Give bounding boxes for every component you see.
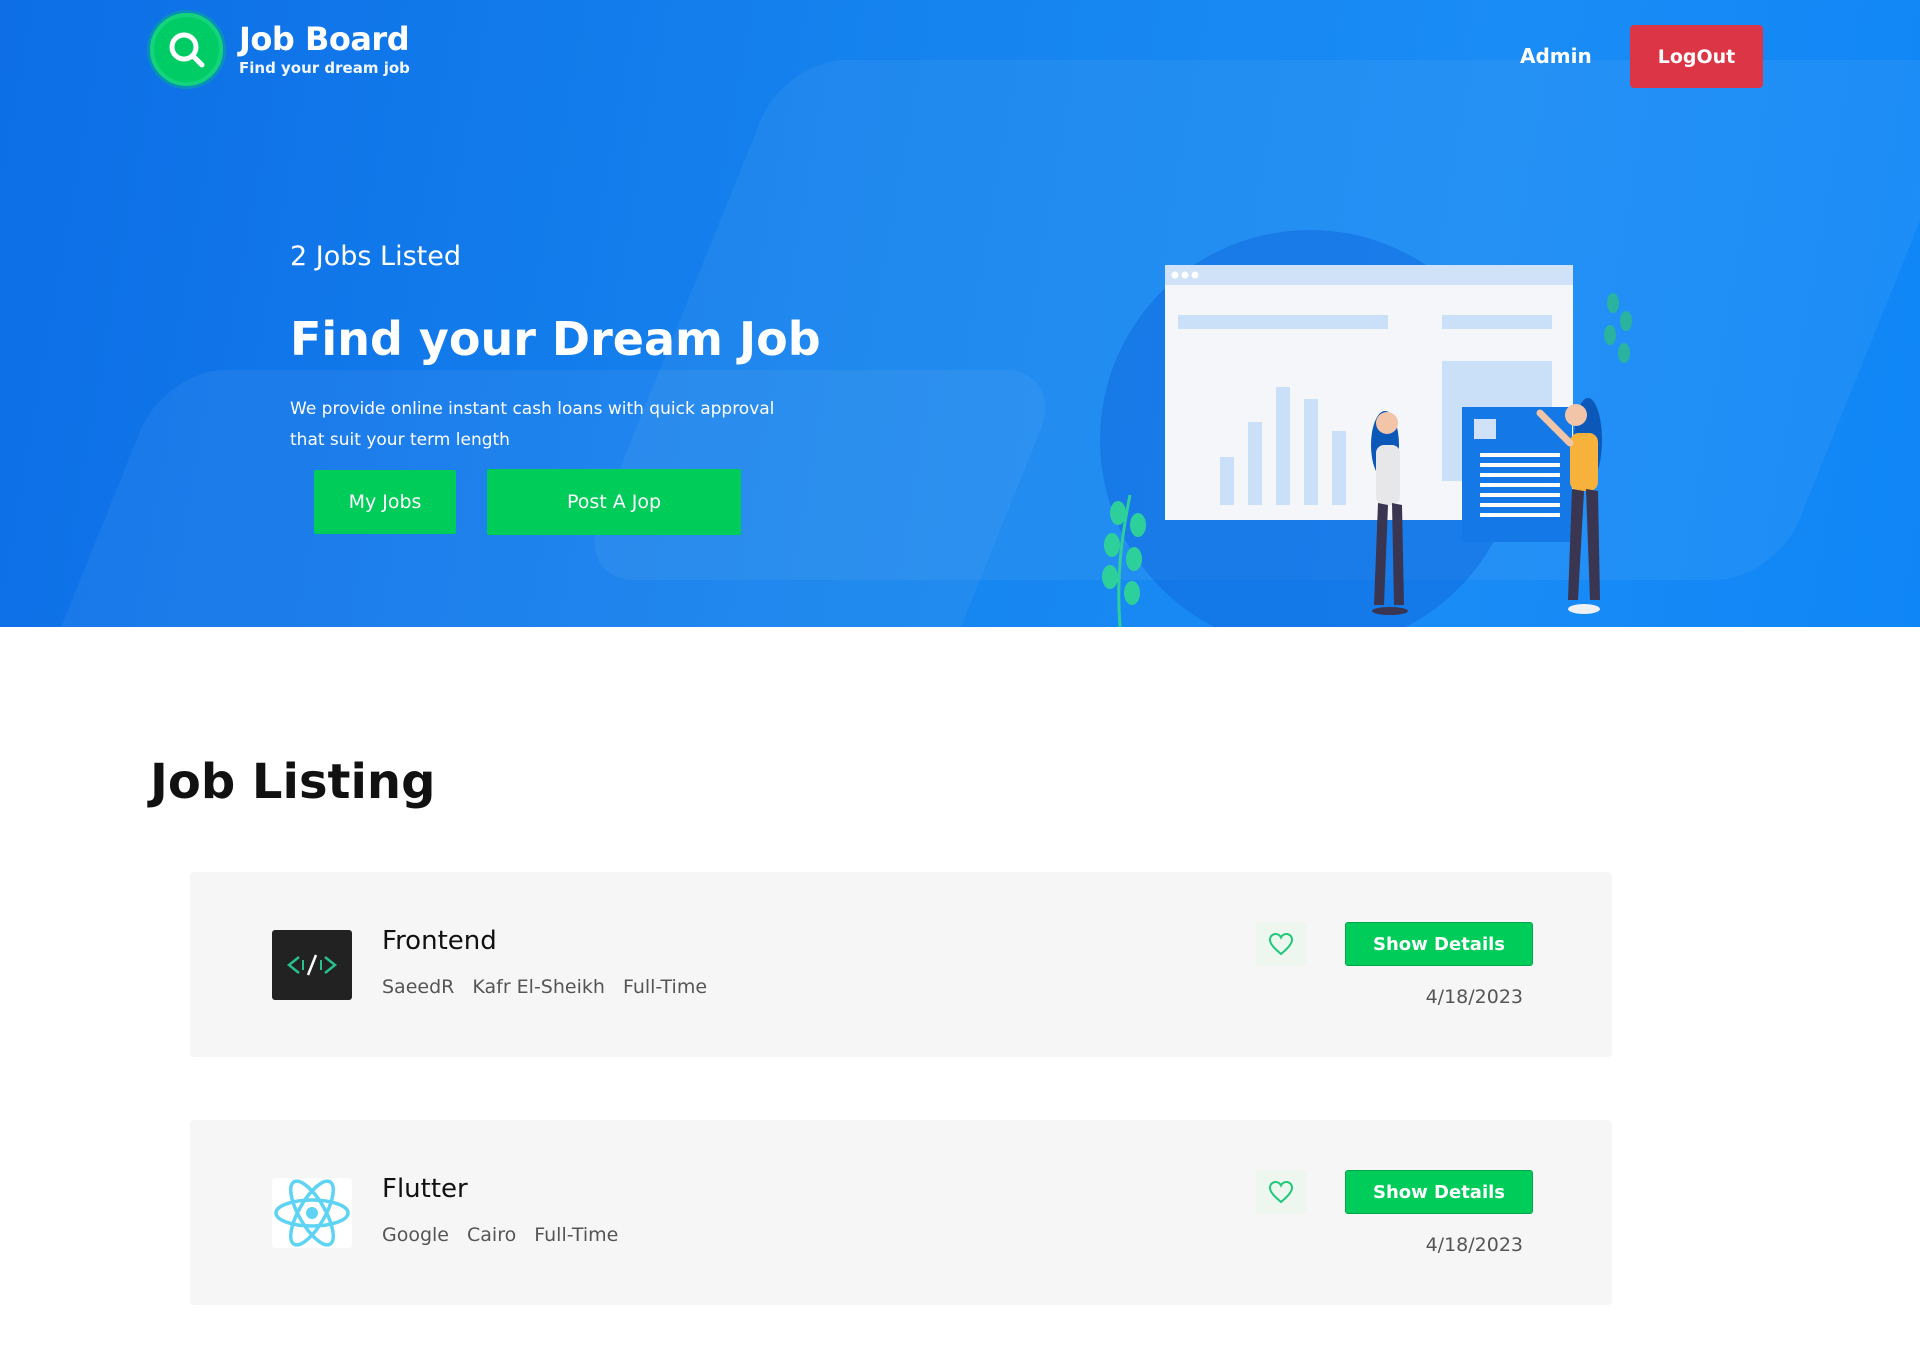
job-type: Full-Time	[622, 976, 708, 998]
code-icon	[272, 930, 352, 1000]
show-details-button[interactable]: Show Details	[1345, 922, 1533, 966]
job-title[interactable]: Frontend	[382, 924, 497, 958]
favorite-button[interactable]	[1256, 1170, 1306, 1214]
logout-button[interactable]: LogOut	[1630, 25, 1763, 88]
job-date: 4/18/2023	[1425, 986, 1523, 1008]
job-title[interactable]: Flutter	[382, 1172, 468, 1206]
job-company: Google	[382, 1224, 450, 1246]
heart-icon	[1268, 1180, 1294, 1204]
job-card: Frontend SaeedR Kafr El-Sheikh Full-Time…	[190, 872, 1612, 1057]
brand-tagline: Find your dream job	[239, 58, 410, 77]
job-meta: Google Cairo Full-Time	[382, 1222, 618, 1248]
job-location: Kafr El-Sheikh	[472, 976, 605, 998]
post-job-button[interactable]: Post A Jop	[487, 469, 741, 535]
hero-title: Find your Dream Job	[290, 312, 821, 366]
jobs-count-label: 2 Jobs Listed	[290, 241, 461, 272]
job-date: 4/18/2023	[1425, 1234, 1523, 1256]
job-card: Flutter Google Cairo Full-Time Show Deta…	[190, 1120, 1612, 1305]
job-listing-title: Job Listing	[150, 754, 436, 810]
heart-icon	[1268, 932, 1294, 956]
favorite-button[interactable]	[1256, 922, 1306, 966]
hero-description: We provide online instant cash loans wit…	[290, 399, 775, 450]
job-location: Cairo	[467, 1224, 517, 1246]
brand-logo-link[interactable]: Job Board Find your dream job	[150, 13, 410, 86]
job-meta: SaeedR Kafr El-Sheikh Full-Time	[382, 974, 707, 1000]
react-atom-icon	[272, 1178, 352, 1248]
hero-illustration	[1102, 265, 1632, 627]
job-company: SaeedR	[382, 976, 455, 998]
job-type: Full-Time	[534, 1224, 619, 1246]
my-jobs-button[interactable]: My Jobs	[314, 470, 456, 534]
search-icon	[150, 13, 223, 86]
nav-admin-link[interactable]: Admin	[1520, 40, 1592, 72]
hero-section: Job Board Find your dream job Admin LogO…	[0, 0, 1920, 627]
show-details-button[interactable]: Show Details	[1345, 1170, 1533, 1214]
brand-title: Job Board	[239, 19, 410, 58]
